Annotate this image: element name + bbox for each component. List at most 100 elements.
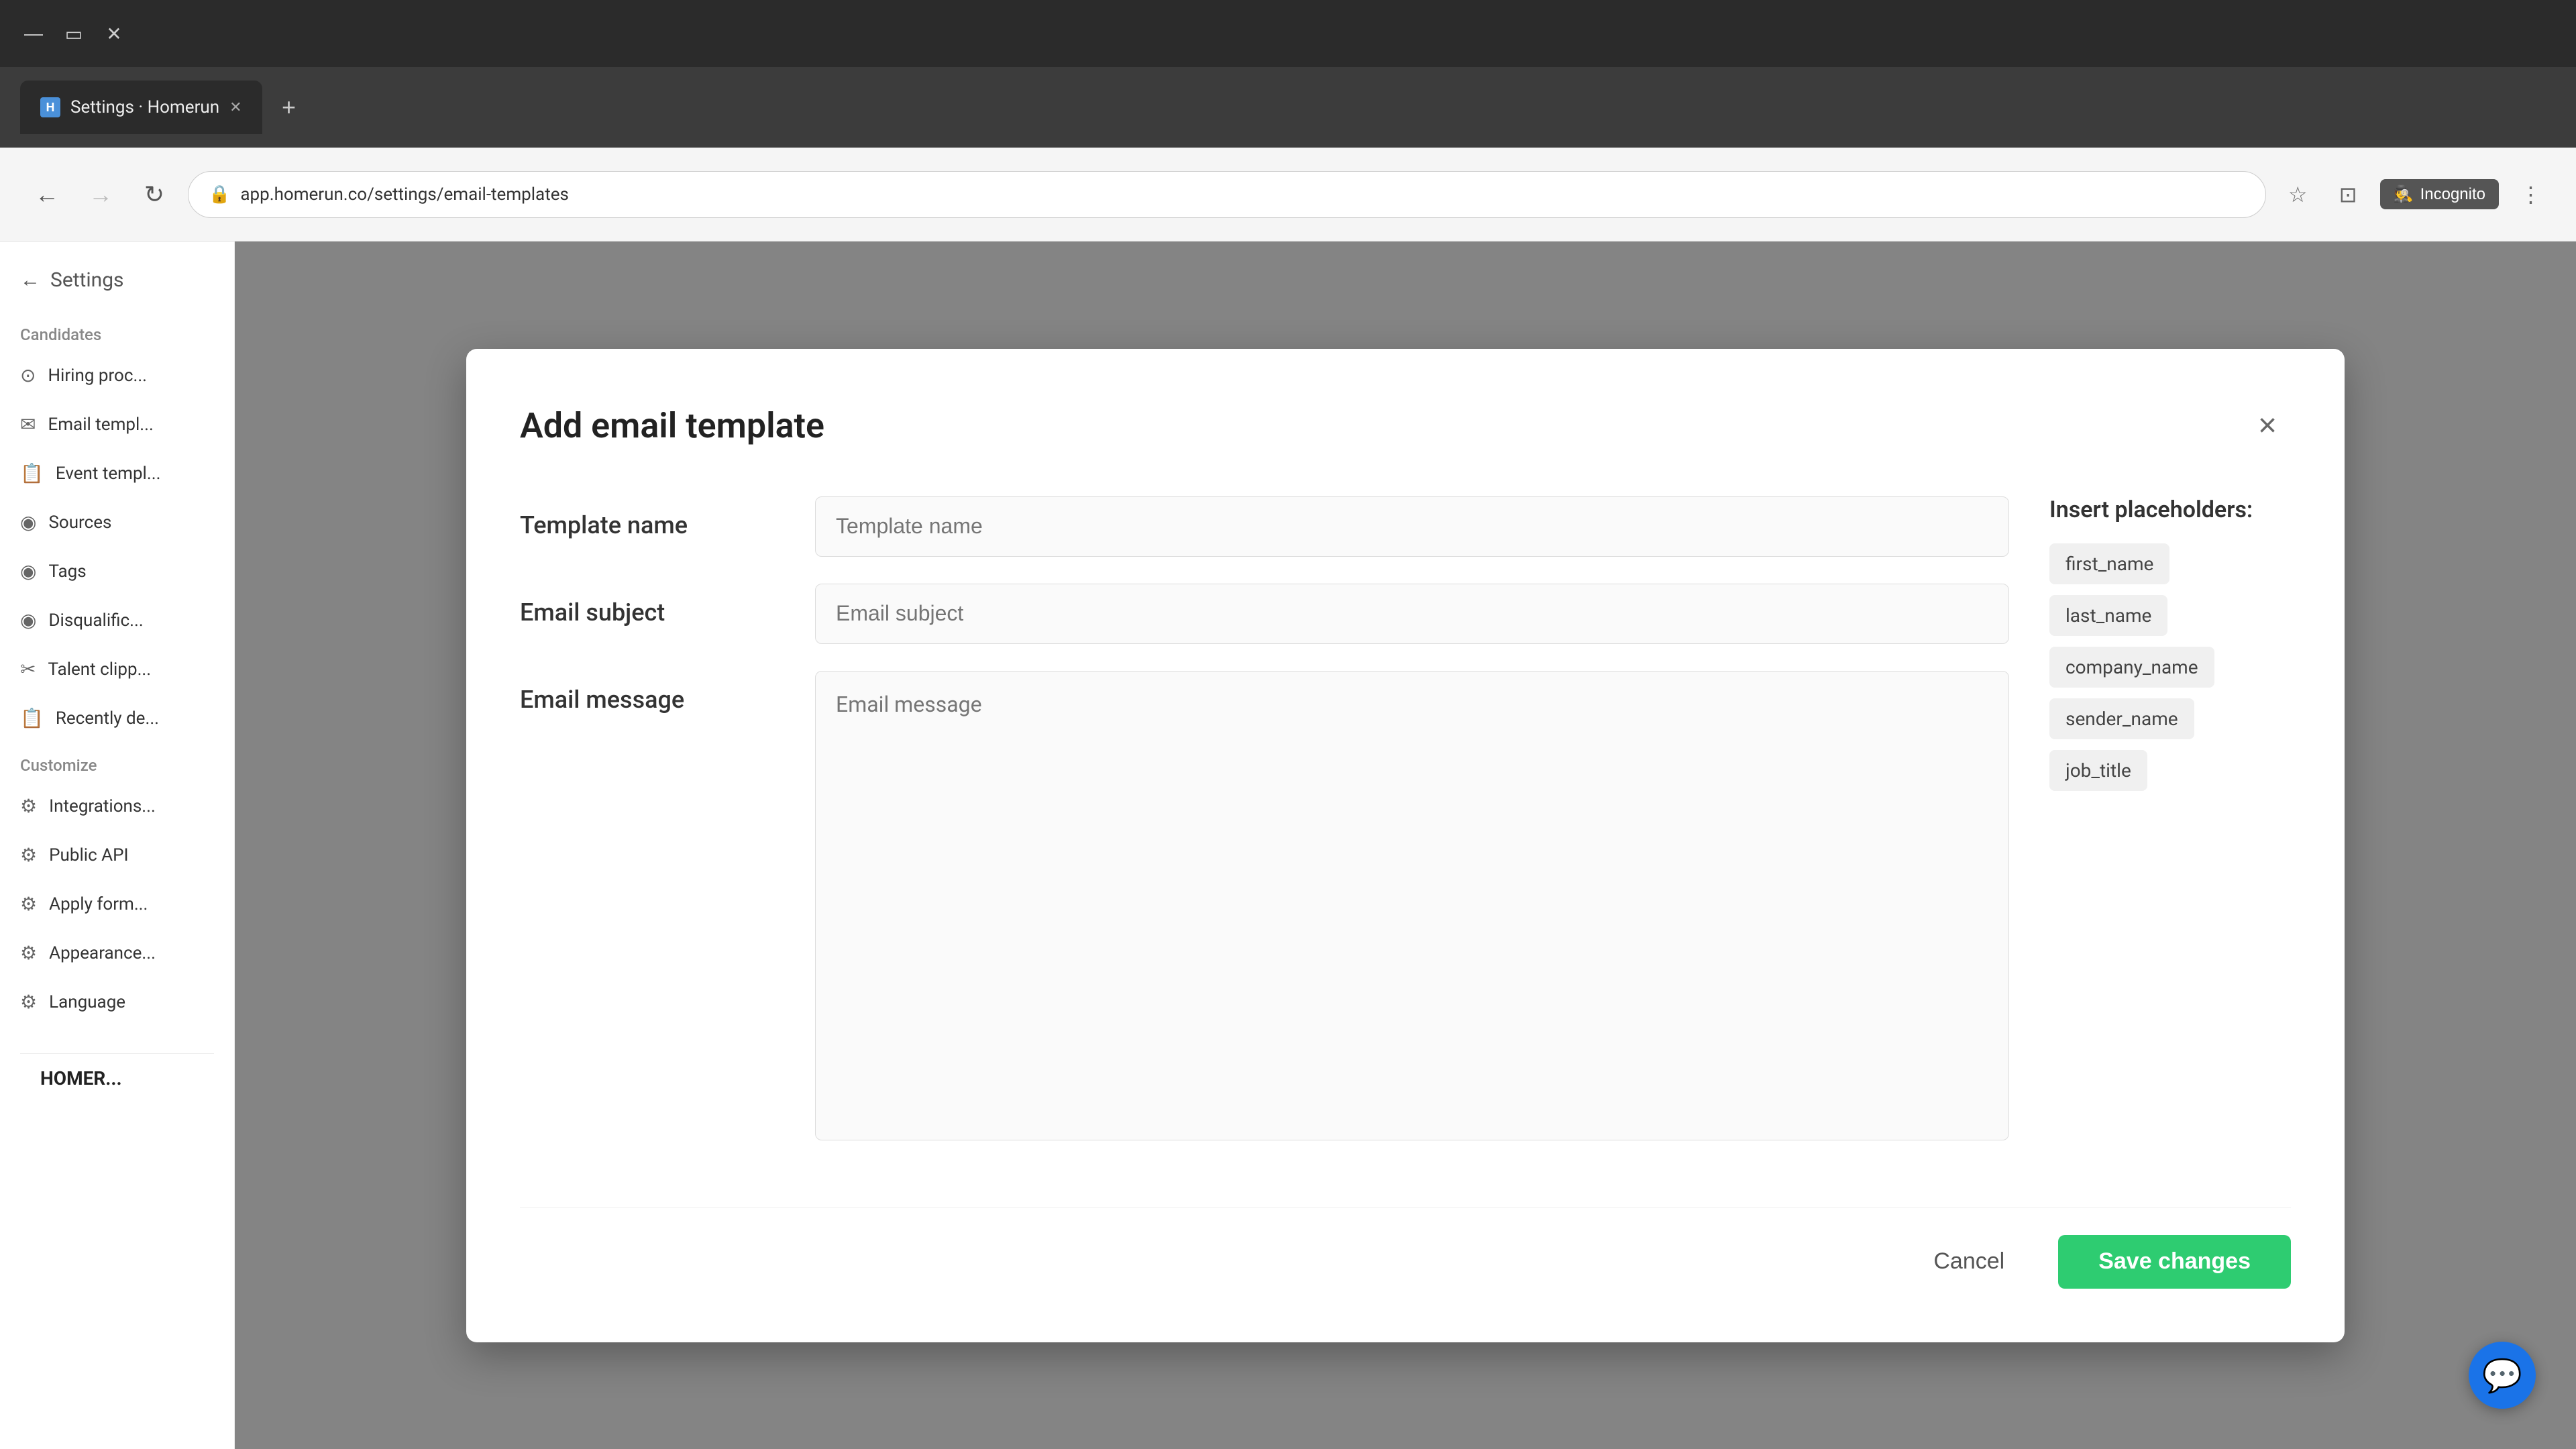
modal-close-button[interactable]: × [2244,402,2291,449]
address-bar[interactable]: 🔒 app.homerun.co/settings/email-template… [188,171,2266,218]
event-templates-icon: 📋 [20,462,44,484]
sidebar-item-label: Apply form... [49,894,148,914]
chat-bubble-button[interactable]: 💬 [2469,1342,2536,1409]
sidebar-item-label: Disqualific... [48,610,143,631]
sidebar-item-sources[interactable]: ◉ Sources [0,498,234,547]
forward-button[interactable]: → [80,174,121,215]
email-templates-icon: ✉ [20,413,36,435]
modal-footer: Cancel Save changes [520,1208,2291,1289]
sidebar-item-label: Tags [48,561,86,582]
disqualification-icon: ◉ [20,609,36,631]
sidebar-item-recently-deleted[interactable]: 📋 Recently de... [0,694,234,743]
sidebar-item-email-templates[interactable]: ✉ Email templ... [0,400,234,449]
sidebar-back-button[interactable]: ← Settings [0,268,234,312]
sidebar-item-apply-form[interactable]: ⚙ Apply form... [0,879,234,928]
tabs-bar: H Settings · Homerun ✕ + [0,67,2576,148]
sidebar-item-label: Appearance... [49,943,156,963]
sidebar-item-label: Sources [48,513,111,533]
save-changes-button[interactable]: Save changes [2058,1235,2291,1289]
sidebar: ← Settings Candidates ⊙ Hiring proc... ✉… [0,241,235,1449]
sidebar-item-label: Recently de... [56,708,159,729]
tab-close-button[interactable]: ✕ [229,99,241,116]
tab-favicon: H [40,97,60,117]
email-message-row: Email message [520,671,2009,1140]
placeholder-chip-company-name[interactable]: company_name [2049,647,2214,688]
nav-icons: ☆ ⊡ 🕵 Incognito ⋮ [2279,176,2549,213]
tab-switch-button[interactable]: ⊡ [2330,176,2367,213]
sidebar-item-public-api[interactable]: ⚙ Public API [0,830,234,879]
sidebar-item-integrations[interactable]: ⚙ Integrations... [0,782,234,830]
sidebar-section-candidates: Candidates [0,312,234,351]
maximize-button[interactable]: ▭ [60,20,87,47]
address-text: app.homerun.co/settings/email-templates [240,184,569,205]
sidebar-item-label: Public API [49,845,128,865]
incognito-button[interactable]: 🕵 Incognito [2380,179,2499,209]
placeholder-chip-first-name[interactable]: first_name [2049,543,2169,584]
talent-clips-icon: ✂ [20,658,36,680]
public-api-icon: ⚙ [20,844,37,866]
back-button[interactable]: ← [27,174,67,215]
sidebar-item-label: Integrations... [49,796,156,816]
sidebar-item-talent-clips[interactable]: ✂ Talent clipp... [0,645,234,694]
sidebar-item-event-templates[interactable]: 📋 Event templ... [0,449,234,498]
sources-icon: ◉ [20,511,36,533]
sidebar-logo: HOMER... [20,1053,214,1103]
active-tab[interactable]: H Settings · Homerun ✕ [20,80,262,134]
email-subject-label: Email subject [520,584,788,627]
placeholders-list: first_name last_name company_name sender… [2049,543,2291,802]
sidebar-item-disqualification[interactable]: ◉ Disqualific... [0,596,234,645]
sidebar-item-label: Event templ... [56,464,161,484]
lock-icon: 🔒 [209,184,230,205]
sidebar-item-label: Language [49,992,125,1012]
sidebar-section-customize: Customize [0,743,234,782]
language-icon: ⚙ [20,991,37,1013]
browser-chrome: — ▭ ✕ H Settings · Homerun ✕ + [0,0,2576,148]
sidebar-item-tags[interactable]: ◉ Tags [0,547,234,596]
sidebar-item-hiring-process[interactable]: ⊙ Hiring proc... [0,351,234,400]
integrations-icon: ⚙ [20,795,37,817]
apply-form-icon: ⚙ [20,893,37,915]
window-controls: — ▭ ✕ [20,20,127,47]
template-name-label: Template name [520,496,788,539]
form-area: Template name Email subject Email messag… [520,496,2009,1167]
back-arrow-icon: ← [20,268,40,292]
hiring-process-icon: ⊙ [20,364,36,386]
title-bar: — ▭ ✕ [0,0,2576,67]
placeholder-chip-job-title[interactable]: job_title [2049,750,2147,791]
cancel-button[interactable]: Cancel [1900,1235,2038,1289]
sidebar-item-language[interactable]: ⚙ Language [0,977,234,1026]
modal-title: Add email template [520,405,824,446]
placeholders-title: Insert placeholders: [2049,496,2291,523]
new-tab-button[interactable]: + [269,87,309,127]
template-name-row: Template name [520,496,2009,557]
sidebar-item-appearance[interactable]: ⚙ Appearance... [0,928,234,977]
navigation-bar: ← → ↻ 🔒 app.homerun.co/settings/email-te… [0,148,2576,241]
tags-icon: ◉ [20,560,36,582]
modal-body: Template name Email subject Email messag… [520,496,2291,1167]
modal-overlay: Add email template × Template name [235,241,2576,1449]
incognito-label: Incognito [2420,185,2485,204]
template-name-input[interactable] [815,496,2009,557]
email-message-textarea[interactable] [815,671,2009,1140]
placeholders-panel: Insert placeholders: first_name last_nam… [2049,496,2291,1167]
tab-title: Settings · Homerun [70,97,219,117]
close-window-button[interactable]: ✕ [101,20,127,47]
minimize-button[interactable]: — [20,20,47,47]
menu-button[interactable]: ⋮ [2512,176,2549,213]
recently-deleted-icon: 📋 [20,707,44,729]
bookmark-button[interactable]: ☆ [2279,176,2316,213]
email-message-label: Email message [520,671,788,714]
placeholder-chip-sender-name[interactable]: sender_name [2049,698,2194,739]
sidebar-back-label: Settings [50,268,124,292]
incognito-icon: 🕵 [2394,184,2414,204]
sidebar-item-label: Talent clipp... [48,659,151,680]
email-subject-input[interactable] [815,584,2009,644]
reload-button[interactable]: ↻ [134,174,174,215]
sidebar-item-label: Email templ... [48,415,153,435]
placeholder-chip-last-name[interactable]: last_name [2049,595,2167,636]
sidebar-item-label: Hiring proc... [48,366,147,386]
main-content: Add email template × Template name [235,241,2576,1449]
appearance-icon: ⚙ [20,942,37,964]
add-email-template-modal: Add email template × Template name [466,349,2345,1342]
email-subject-row: Email subject [520,584,2009,644]
